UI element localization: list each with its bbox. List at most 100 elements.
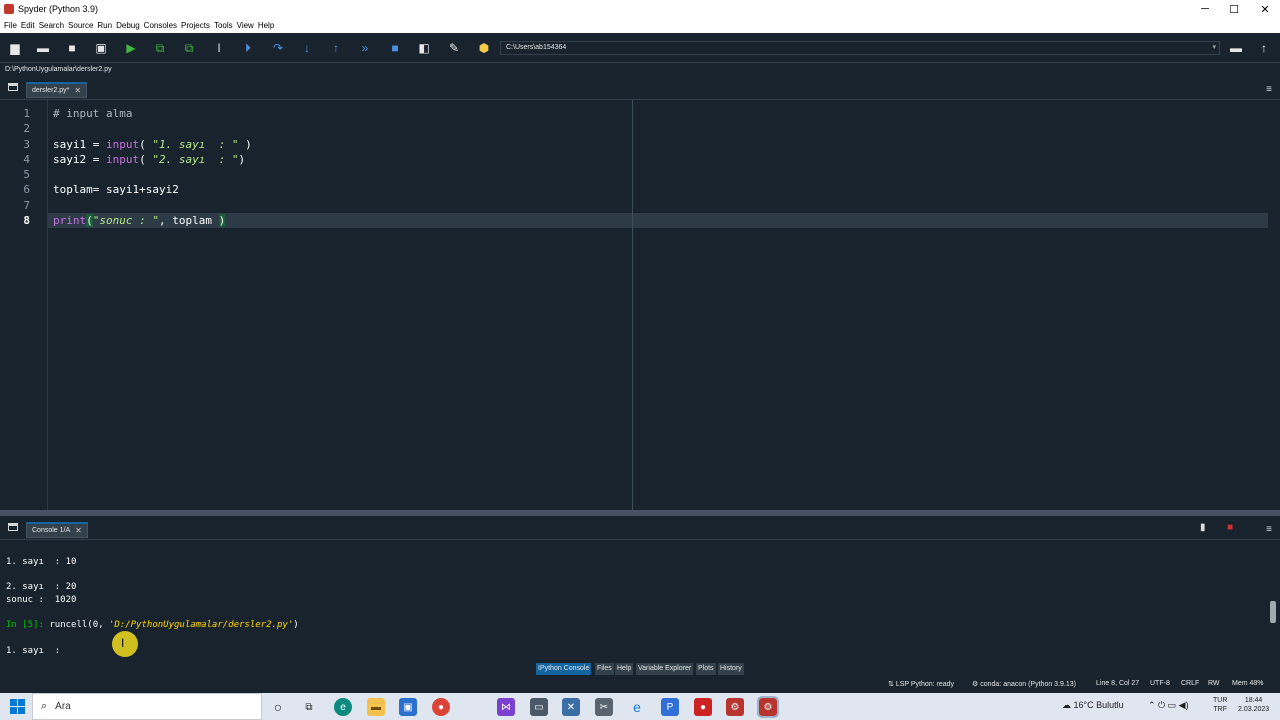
stop-icon[interactable]: ■ bbox=[387, 40, 403, 56]
menu-run[interactable]: Run bbox=[97, 21, 112, 30]
conda-status[interactable]: ⚙ conda: anacon (Python 3.9.13) bbox=[972, 680, 1076, 688]
tab-console[interactable]: Console 1/A ✕ bbox=[26, 522, 88, 538]
continue-icon[interactable]: » bbox=[357, 40, 373, 56]
menu-search[interactable]: Search bbox=[39, 21, 64, 30]
working-directory-combo[interactable]: C:\Users\ab154364 ▾ bbox=[500, 41, 1220, 55]
parent-directory-icon[interactable]: ↑ bbox=[1256, 40, 1272, 56]
step-into-icon[interactable]: ↓ bbox=[299, 40, 315, 56]
console-command: runcell(0, bbox=[49, 620, 109, 630]
editor-scrollbar[interactable] bbox=[1270, 100, 1280, 510]
clear-console-icon[interactable]: ▮ bbox=[1200, 522, 1206, 533]
weather-widget[interactable]: ☁ 16°C Bulutlu bbox=[1062, 700, 1124, 711]
recorder-icon[interactable]: ● bbox=[694, 698, 712, 716]
edge-icon[interactable]: e bbox=[334, 698, 352, 716]
visual-studio-icon[interactable]: ⋈ bbox=[497, 698, 515, 716]
app-icon[interactable]: ✂ bbox=[595, 698, 613, 716]
working-directory-value: C:\Users\ab154364 bbox=[506, 44, 567, 51]
close-button[interactable]: ✕ bbox=[1250, 0, 1280, 18]
console-path-string: 'D:/PythonUygulamalar/dersler2.py' bbox=[108, 620, 294, 630]
tab-files[interactable]: Files bbox=[595, 663, 614, 675]
browse-tabs-icon[interactable] bbox=[8, 523, 18, 531]
save-icon[interactable]: ■ bbox=[64, 40, 80, 56]
code-text: toplam= sayi1+sayi2 bbox=[53, 183, 179, 196]
code-line-3: sayi1 = input( "1. sayı : " ) bbox=[53, 137, 252, 152]
tab-dersler2[interactable]: dersler2.py* ✕ bbox=[26, 82, 88, 98]
taskbar-search[interactable]: ⌕ Ara bbox=[32, 693, 262, 720]
run-cell-icon[interactable]: ⧉ bbox=[152, 40, 168, 56]
tab-plots[interactable]: Plots bbox=[696, 663, 716, 675]
menu-debug[interactable]: Debug bbox=[116, 21, 140, 30]
interrupt-kernel-icon[interactable]: ■ bbox=[1227, 522, 1233, 533]
code-line-6: toplam= sayi1+sayi2 bbox=[53, 182, 179, 197]
browse-tabs-icon[interactable] bbox=[8, 83, 18, 91]
browse-folder-icon[interactable]: ▬ bbox=[1228, 40, 1244, 56]
menu-projects[interactable]: Projects bbox=[181, 21, 210, 30]
input-language[interactable]: TUR TRF bbox=[1213, 696, 1227, 714]
run-selection-icon[interactable]: I bbox=[211, 40, 227, 56]
chrome-icon[interactable]: ● bbox=[432, 698, 450, 716]
step-return-icon[interactable]: ↑ bbox=[328, 40, 344, 56]
close-tab-icon[interactable]: ✕ bbox=[75, 524, 82, 538]
menu-consoles[interactable]: Consoles bbox=[144, 21, 177, 30]
debug-icon[interactable]: ⏵ bbox=[240, 40, 256, 56]
code-text: ( bbox=[139, 138, 153, 151]
line-number-gutter: 1 2 3 4 5 6 7 8 bbox=[0, 100, 48, 510]
code-editor[interactable]: 1 2 3 4 5 6 7 8 # input alma sayi1 = inp… bbox=[0, 100, 1280, 510]
clock[interactable]: 18:44 2.03.2023 bbox=[1238, 696, 1269, 714]
scrollbar-thumb[interactable] bbox=[1270, 601, 1276, 623]
options-menu-icon[interactable]: ≡ bbox=[1266, 524, 1272, 535]
save-all-icon[interactable]: ▣ bbox=[93, 40, 109, 56]
edge-legacy-icon[interactable]: e bbox=[628, 698, 646, 716]
maximize-button[interactable]: ☐ bbox=[1219, 0, 1249, 18]
pane-splitter[interactable] bbox=[0, 510, 1280, 516]
tab-ipython-console[interactable]: IPython Console bbox=[536, 663, 592, 675]
lsp-status-text: LSP Python: ready bbox=[895, 681, 955, 688]
code-text: sayi1 = bbox=[53, 138, 106, 151]
spyder-taskbar-icon[interactable]: ⚙ bbox=[757, 696, 779, 718]
menu-tools[interactable]: Tools bbox=[214, 21, 233, 30]
search-placeholder: Ara bbox=[55, 701, 71, 712]
task-view-icon[interactable]: ⧉ bbox=[300, 698, 318, 716]
tab-variable-explorer[interactable]: Variable Explorer bbox=[636, 663, 694, 675]
line-number: 6 bbox=[23, 183, 30, 196]
conda-status-text: conda: anacon (Python 3.9.13) bbox=[980, 681, 1076, 688]
new-file-icon[interactable]: ▆ bbox=[7, 40, 23, 56]
tab-help[interactable]: Help bbox=[615, 663, 634, 675]
options-menu-icon[interactable]: ≡ bbox=[1266, 84, 1272, 95]
file-explorer-icon[interactable]: ▬ bbox=[367, 698, 385, 716]
tab-history[interactable]: History bbox=[718, 663, 744, 675]
menu-edit[interactable]: Edit bbox=[21, 21, 35, 30]
mouse-highlight bbox=[112, 631, 138, 657]
menu-view[interactable]: View bbox=[237, 21, 254, 30]
console-scrollbar[interactable] bbox=[1270, 545, 1276, 655]
step-icon[interactable]: ↷ bbox=[270, 40, 286, 56]
language-layout: TRF bbox=[1213, 706, 1227, 713]
app-icon[interactable]: ✕ bbox=[562, 698, 580, 716]
app-icon[interactable]: ▭ bbox=[530, 698, 548, 716]
start-button[interactable] bbox=[10, 699, 25, 714]
menu-help[interactable]: Help bbox=[258, 21, 274, 30]
tray-icons[interactable]: ⌃ ⏻ ▭ ◀) bbox=[1148, 700, 1189, 711]
ipython-console[interactable]: 1. sayı : 10 2. sayı : 20 sonuc : 1020 I… bbox=[0, 541, 1280, 661]
preferences-icon[interactable]: ✎ bbox=[446, 40, 462, 56]
menu-source[interactable]: Source bbox=[68, 21, 93, 30]
maximize-pane-icon[interactable]: ◧ bbox=[416, 40, 432, 56]
minimize-button[interactable]: ─ bbox=[1190, 0, 1220, 18]
chevron-down-icon[interactable]: ▾ bbox=[1212, 42, 1216, 54]
read-write-status: RW bbox=[1208, 680, 1220, 687]
open-file-icon[interactable]: ▬ bbox=[35, 40, 51, 56]
run-cell-advance-icon[interactable]: ⧉ bbox=[181, 40, 197, 56]
spyder-logo-icon bbox=[4, 4, 14, 14]
python-path-icon[interactable]: ⬢ bbox=[476, 40, 492, 56]
run-icon[interactable]: ▶ bbox=[123, 40, 139, 56]
close-tab-icon[interactable]: ✕ bbox=[74, 84, 81, 98]
menu-file[interactable]: File bbox=[4, 21, 17, 30]
console-prompt: In [5]: bbox=[6, 620, 50, 630]
app-icon[interactable]: ⚙ bbox=[726, 698, 744, 716]
string-literal: "1. sayı : " bbox=[152, 138, 239, 151]
cortana-icon[interactable]: ○ bbox=[269, 698, 287, 716]
app-icon[interactable]: P bbox=[661, 698, 679, 716]
line-number: 4 bbox=[23, 153, 30, 166]
store-icon[interactable]: ▣ bbox=[399, 698, 417, 716]
current-line-highlight bbox=[48, 213, 1268, 228]
